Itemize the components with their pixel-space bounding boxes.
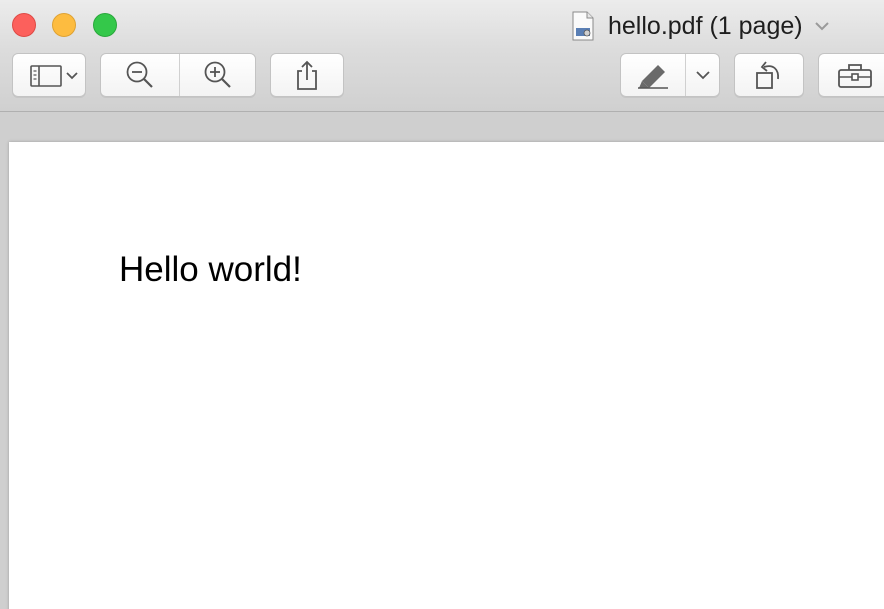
share-button[interactable] [270,53,344,97]
sidebar-icon [20,62,78,88]
toolbox-button[interactable] [818,53,884,97]
window-title-area[interactable]: hello.pdf (1 page) [572,9,831,43]
minimize-window-button[interactable] [52,13,76,37]
chevron-down-icon [695,69,711,81]
sidebar-view-button[interactable] [12,53,86,97]
rotate-left-icon [753,59,785,91]
document-text: Hello world! [119,250,302,289]
zoom-window-button[interactable] [93,13,117,37]
markup-dropdown-button[interactable] [686,54,720,96]
preview-window: hello.pdf (1 page) Hello world! [0,0,884,609]
zoom-control [100,53,256,97]
zoom-in-icon [202,59,234,91]
share-icon [292,59,322,91]
chevron-down-icon[interactable] [813,19,831,33]
zoom-in-button[interactable] [180,54,256,96]
close-window-button[interactable] [12,13,36,37]
zoom-out-icon [124,59,156,91]
window-toolbar: hello.pdf (1 page) [0,0,884,112]
pen-icon [636,61,670,89]
markup-button[interactable] [621,54,685,96]
pdf-page[interactable]: Hello world! [9,142,884,609]
zoom-out-button[interactable] [101,54,179,96]
markup-control [620,53,720,97]
window-title: hello.pdf (1 page) [608,11,803,40]
toolbox-icon [837,61,873,89]
pdf-document-icon [572,11,594,41]
rotate-button[interactable] [734,53,804,97]
